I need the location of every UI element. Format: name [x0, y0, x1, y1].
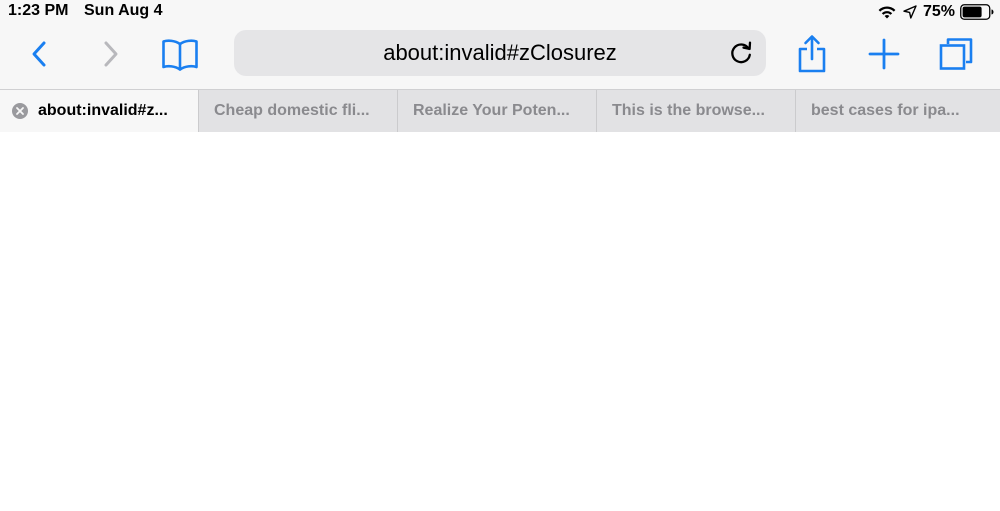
share-button[interactable] — [790, 32, 834, 76]
forward-button[interactable] — [88, 32, 132, 76]
tab-title: about:invalid#z... — [38, 102, 168, 119]
status-time: 1:23 PM — [8, 2, 69, 19]
bookmarks-button[interactable] — [158, 32, 202, 76]
tab-title: This is the browse... — [612, 102, 765, 119]
tab[interactable]: best cases for ipa... — [796, 90, 1000, 132]
tab-bar: about:invalid#z... Cheap domestic fli...… — [0, 89, 1000, 133]
address-bar[interactable]: about:invalid#zClosurez — [234, 30, 766, 76]
browser-chrome: 1:23 PM Sun Aug 4 75% about:invalid#zClo… — [0, 0, 1000, 133]
address-text[interactable]: about:invalid#zClosurez — [234, 30, 766, 76]
status-date: Sun Aug 4 — [84, 2, 163, 19]
wifi-icon — [878, 6, 896, 19]
battery-percent: 75% — [922, 3, 955, 20]
tab[interactable]: Cheap domestic fli... — [199, 90, 398, 132]
toolbar: about:invalid#zClosurez — [0, 24, 1000, 88]
battery-icon — [960, 4, 994, 20]
back-button[interactable] — [18, 32, 62, 76]
tab[interactable]: Realize Your Poten... — [398, 90, 597, 132]
chevron-left-icon — [32, 41, 46, 67]
close-tab-icon[interactable] — [12, 103, 28, 119]
tab-active[interactable]: about:invalid#z... — [0, 90, 199, 132]
share-icon — [798, 35, 826, 73]
chevron-right-icon — [104, 41, 118, 67]
reload-button[interactable] — [724, 36, 758, 70]
tab[interactable]: This is the browse... — [597, 90, 796, 132]
tab-title: best cases for ipa... — [811, 102, 960, 119]
book-icon — [162, 39, 198, 71]
reload-icon — [731, 41, 752, 64]
status-bar: 1:23 PM Sun Aug 4 75% — [0, 0, 1000, 24]
tab-title: Realize Your Poten... — [413, 102, 570, 119]
status-indicators: 75% — [877, 2, 994, 22]
plus-icon — [868, 38, 900, 70]
page-content[interactable] — [0, 132, 1000, 511]
tabs-overview-icon — [939, 38, 973, 70]
location-arrow-icon — [903, 5, 917, 19]
tab-title: Cheap domestic fli... — [214, 102, 370, 119]
tabs-overview-button[interactable] — [934, 32, 978, 76]
new-tab-button[interactable] — [862, 32, 906, 76]
